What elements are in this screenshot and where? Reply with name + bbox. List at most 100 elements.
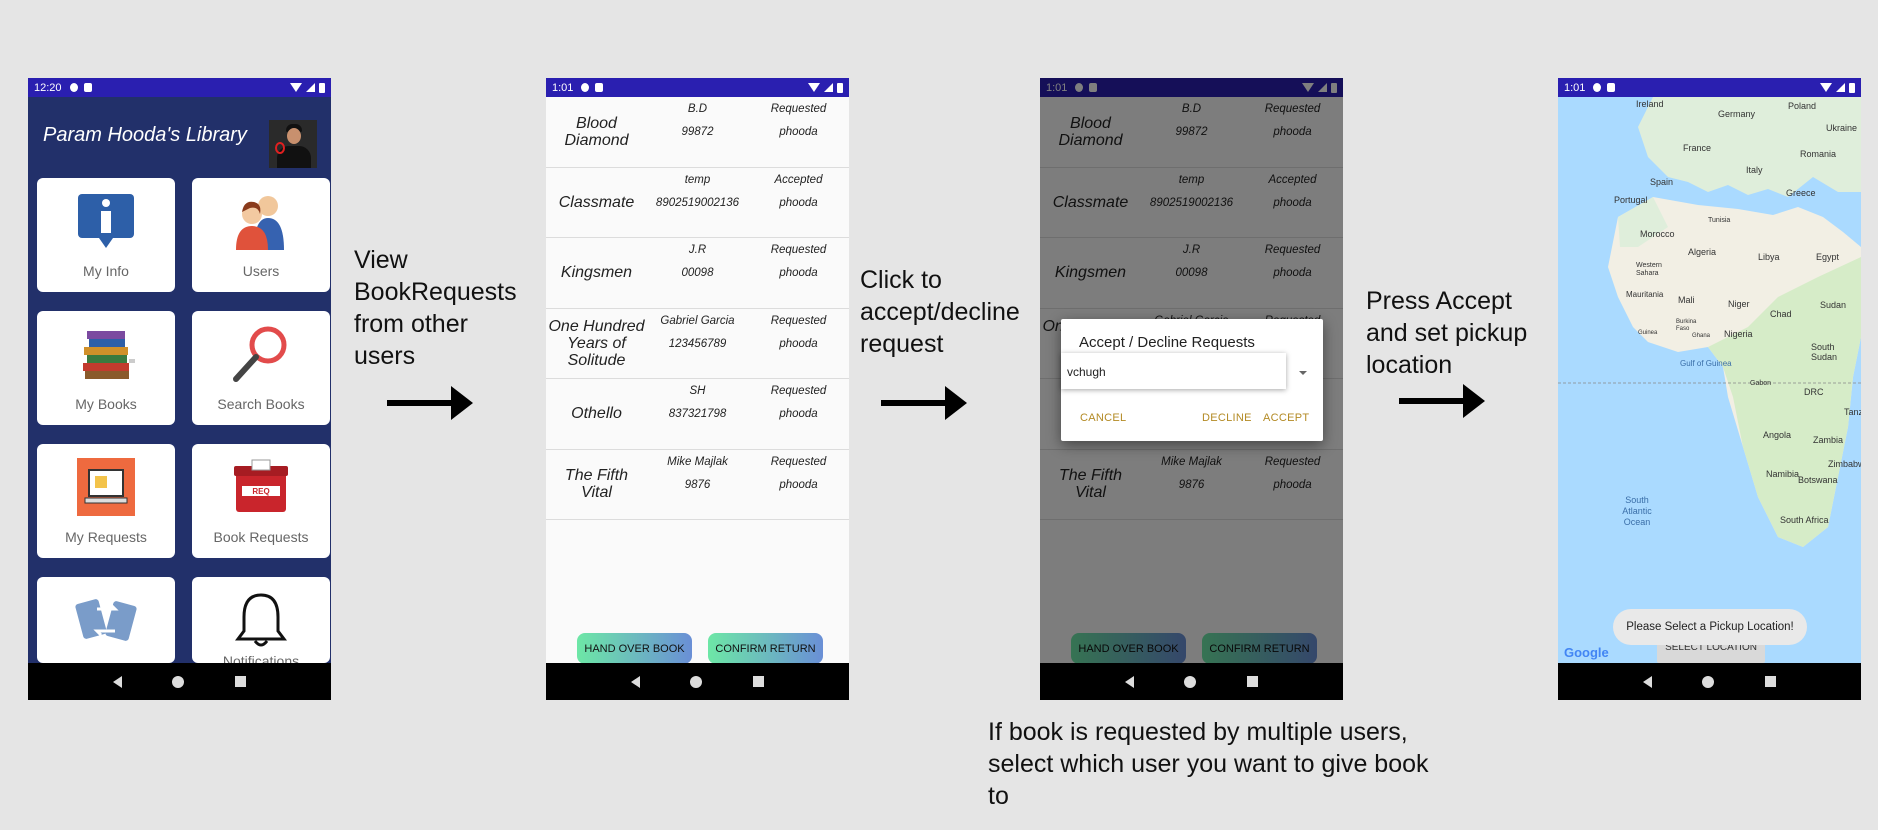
back-icon[interactable] xyxy=(113,675,123,688)
book-isbn: 00098 xyxy=(681,267,714,279)
sd-card-icon xyxy=(595,83,604,92)
caption-press-accept: Press Accept and set pickup location xyxy=(1366,287,1528,379)
map-label-spain: Spain xyxy=(1650,177,1674,187)
cancel-button[interactable]: CANCEL xyxy=(1080,412,1126,424)
svg-text:REQ: REQ xyxy=(252,487,269,496)
map-label-morocco: Morocco xyxy=(1640,229,1675,239)
caption-click-accept: Click to accept/decline request xyxy=(860,266,1020,358)
map-label-ghana: Ghana xyxy=(1692,333,1711,339)
magnifier-icon xyxy=(233,326,287,382)
google-logo: Google xyxy=(1564,645,1609,660)
book-requests-screen: 1:01 Blood Diamond B.D 99872 Requested p… xyxy=(546,78,849,700)
status-bar: 1:01 xyxy=(1558,78,1861,97)
user-select[interactable]: vchugh xyxy=(1061,353,1286,389)
signal-icon xyxy=(1836,83,1845,92)
map-label-gulf-of-guinea: Gulf of Guinea xyxy=(1680,359,1732,368)
map-label-mali: Mali xyxy=(1678,295,1695,305)
back-icon[interactable] xyxy=(1643,675,1653,688)
book-owner: phooda xyxy=(779,478,818,491)
android-nav-bar xyxy=(28,663,331,700)
accept-button[interactable]: ACCEPT xyxy=(1263,412,1309,424)
map-label-egypt: Egypt xyxy=(1816,252,1840,262)
book-title: One Hundred Years of Solitude xyxy=(548,317,645,369)
notification-icon xyxy=(69,83,78,92)
recents-icon[interactable] xyxy=(234,676,246,687)
sd-card-icon xyxy=(83,83,92,92)
map-label-portugal: Portugal xyxy=(1614,195,1648,205)
tile-notifications[interactable]: Notifications xyxy=(192,577,330,669)
tile-exchange[interactable] xyxy=(37,577,175,663)
request-status: Requested xyxy=(770,103,827,115)
map-label-south-sudan: South Sudan xyxy=(1811,342,1838,362)
requests-box-icon: REQ xyxy=(234,459,288,512)
map-view[interactable]: Ireland Germany Poland Ukraine France Ro… xyxy=(1558,97,1861,663)
bell-icon xyxy=(235,593,287,647)
avatar[interactable] xyxy=(269,120,317,168)
tile-label: My Info xyxy=(83,263,129,279)
map-label-poland: Poland xyxy=(1788,101,1817,111)
map-label-namibia: Namibia xyxy=(1766,469,1800,479)
wifi-icon xyxy=(808,83,820,92)
home-icon[interactable] xyxy=(172,675,185,688)
request-row[interactable]: Blood Diamond B.D 99872 Requested phooda xyxy=(546,97,849,168)
request-status: Requested xyxy=(770,244,827,256)
recents-icon[interactable] xyxy=(1764,676,1776,687)
book-owner: phooda xyxy=(779,126,818,138)
pickup-map-screen: 1:01 Ireland Germany Poland Ukraine Fran… xyxy=(1558,78,1861,700)
request-row[interactable]: The Fifth Vital Mike Majlak 9876 Request… xyxy=(546,450,849,520)
accept-decline-dialog: Accept / Decline Requests vchugh CANCEL … xyxy=(1061,319,1323,441)
battery-icon xyxy=(1849,82,1855,93)
android-nav-bar xyxy=(546,663,849,700)
recents-icon[interactable] xyxy=(1246,676,1258,687)
home-icon[interactable] xyxy=(1702,675,1715,688)
tile-my-requests[interactable]: My Requests xyxy=(37,444,175,558)
home-icon[interactable] xyxy=(1184,675,1197,688)
hand-over-book-button[interactable]: HAND OVER BOOK xyxy=(577,633,692,664)
map-land-shapes xyxy=(1558,97,1861,663)
map-label-angola: Angola xyxy=(1763,430,1792,440)
map-label-mauritania: Mauritania xyxy=(1626,290,1664,299)
map-label-romania: Romania xyxy=(1800,149,1837,159)
tile-users[interactable]: Users xyxy=(192,178,330,292)
book-isbn: 123456789 xyxy=(668,337,727,350)
home-icon[interactable] xyxy=(690,675,703,688)
recents-icon[interactable] xyxy=(752,676,764,687)
book-owner: phooda xyxy=(779,408,818,420)
exchange-icon xyxy=(75,599,137,641)
confirm-return-button[interactable]: CONFIRM RETURN xyxy=(708,633,823,664)
tile-search-books[interactable]: Search Books xyxy=(192,311,330,425)
request-row[interactable]: Classmate temp 8902519002136 Accepted ph… xyxy=(546,168,849,238)
book-isbn: 9876 xyxy=(684,478,711,491)
request-row[interactable]: Othello SH 837321798 Requested phooda xyxy=(546,379,849,450)
request-row[interactable]: Kingsmen J.R 00098 Requested phooda xyxy=(546,238,849,309)
back-icon[interactable] xyxy=(1125,675,1135,688)
map-label-tunisia: Tunisia xyxy=(1708,217,1731,224)
arrow-right-icon xyxy=(387,386,473,420)
book-title: Blood Diamond xyxy=(564,114,629,149)
tile-label: Book Requests xyxy=(213,529,309,545)
pickup-toast: Please Select a Pickup Location! xyxy=(1613,609,1807,645)
map-label-germany: Germany xyxy=(1718,109,1756,119)
decline-button[interactable]: DECLINE xyxy=(1202,412,1252,424)
back-icon[interactable] xyxy=(631,675,641,688)
request-status: Requested xyxy=(770,385,827,397)
map-label-chad: Chad xyxy=(1770,309,1792,319)
tile-book-requests[interactable]: REQ Book Requests xyxy=(192,444,330,558)
dropdown-caret-icon[interactable] xyxy=(1299,371,1307,375)
map-label-western-sahara: Western Sahara xyxy=(1636,262,1662,277)
book-title: The Fifth Vital xyxy=(564,467,629,502)
map-label-zimbabwe: Zimbabwe xyxy=(1828,459,1861,469)
book-owner: phooda xyxy=(779,337,818,350)
map-label-south-africa: South Africa xyxy=(1780,515,1829,525)
dialog-title: Accept / Decline Requests xyxy=(1079,334,1255,351)
tile-label: Users xyxy=(242,263,280,279)
map-label-tanzania: Tanzania xyxy=(1844,407,1861,417)
map-label-guinea: Guinea xyxy=(1638,330,1658,336)
book-author: Gabriel Garcia xyxy=(660,314,735,327)
arrow-right-icon xyxy=(881,386,967,420)
library-home-screen: 12:20 Param Hooda's Library My Info User… xyxy=(28,78,331,700)
status-time: 1:01 xyxy=(552,81,574,94)
tile-my-info[interactable]: My Info xyxy=(37,178,175,292)
tile-my-books[interactable]: My Books xyxy=(37,311,175,425)
request-row[interactable]: One Hundred Years of Solitude Gabriel Ga… xyxy=(546,309,849,379)
